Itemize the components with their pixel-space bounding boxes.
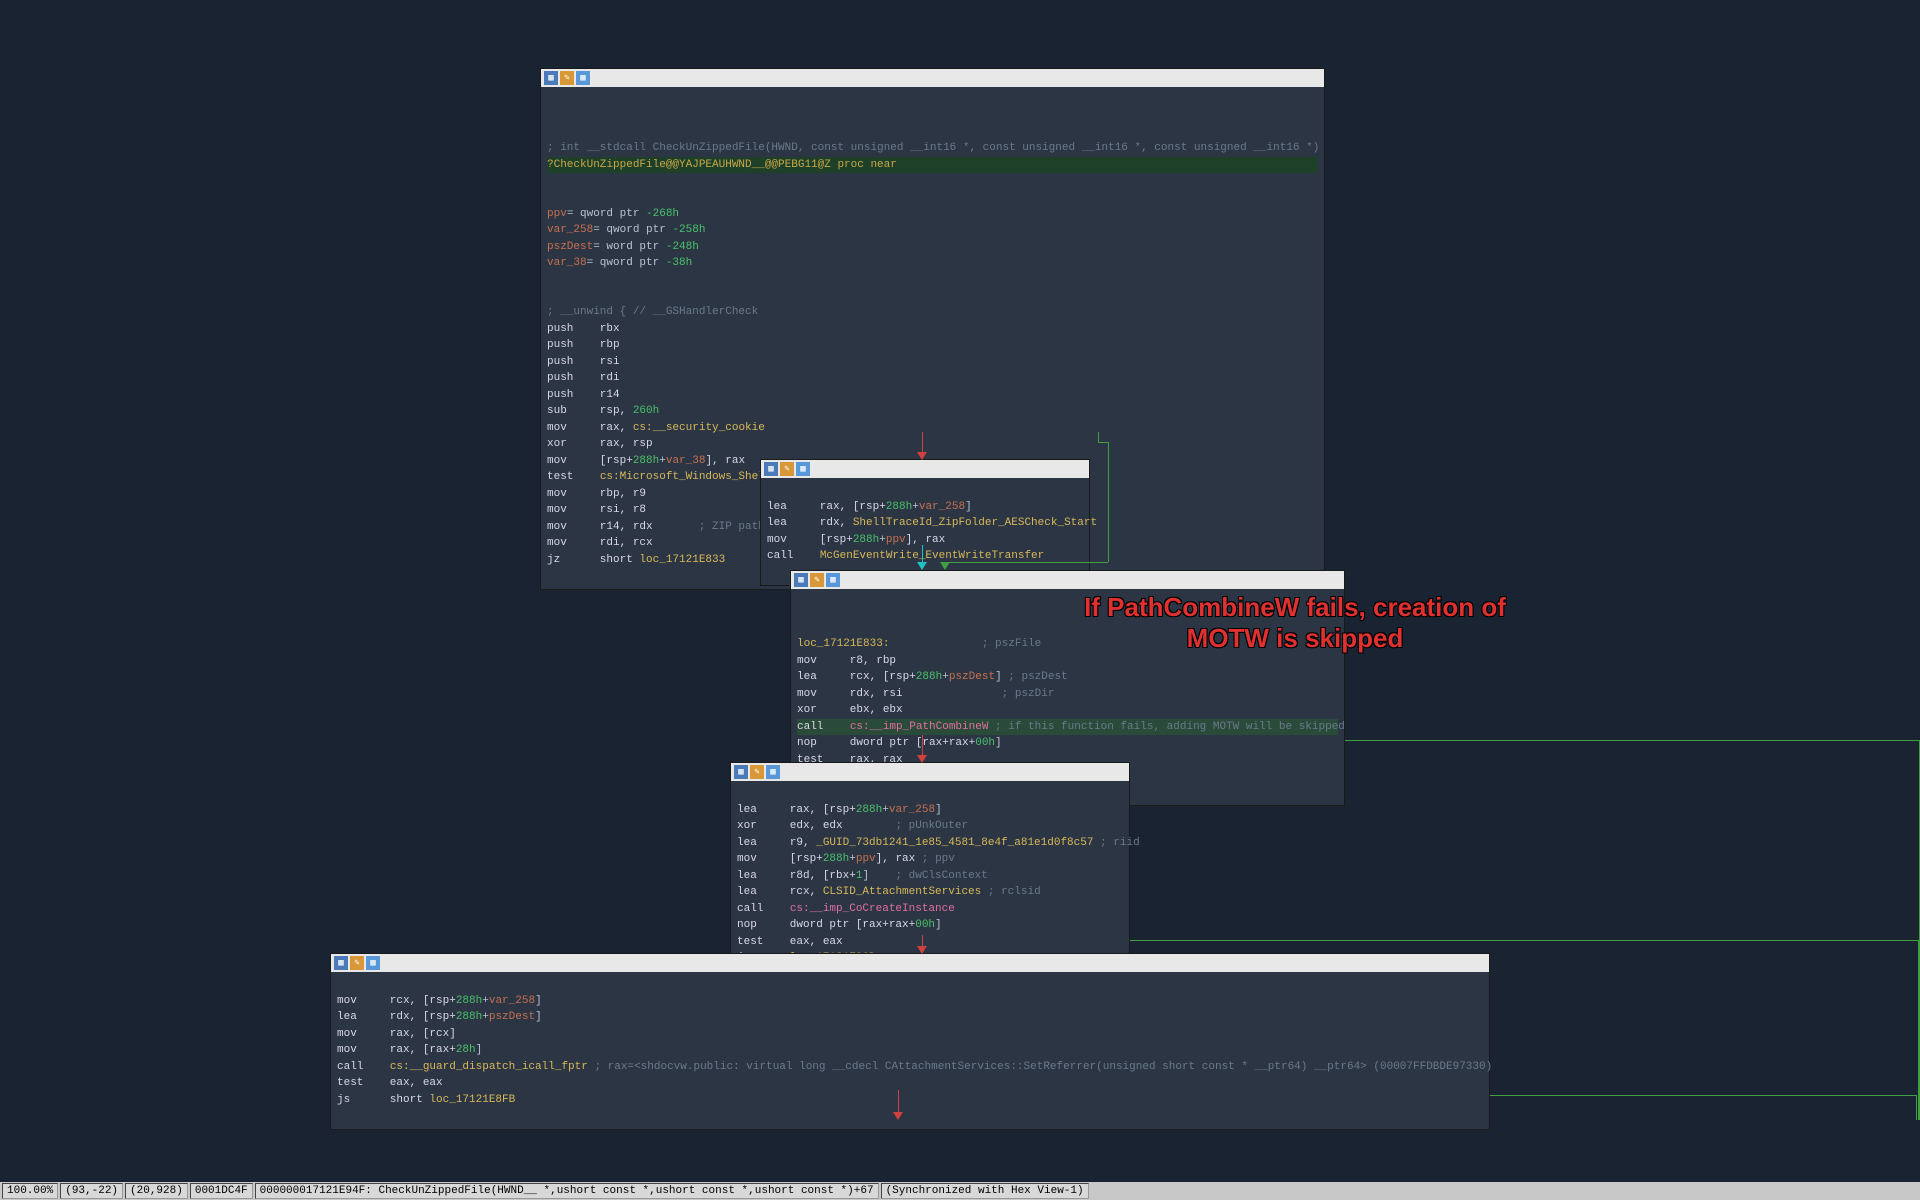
- node-icon-2: ✎: [810, 573, 824, 587]
- node-icon-3: ▦: [766, 765, 780, 779]
- status-coords1: (93,-22): [60, 1183, 123, 1199]
- node-icon-3: ▦: [366, 956, 380, 970]
- node-icon-2: ✎: [780, 462, 794, 476]
- edge: [1098, 442, 1108, 443]
- edge: [1918, 940, 1919, 1120]
- arrow-icon: [940, 562, 950, 570]
- node-header: ▦ ✎ ▦: [731, 763, 1129, 781]
- status-address: 000000017121E94F: CheckUnZippedFile(HWND…: [255, 1183, 879, 1199]
- edge: [945, 562, 1108, 563]
- edge: [1916, 1095, 1917, 1120]
- status-coords2: (20,928): [125, 1183, 188, 1199]
- status-bar: 100.00% (93,-22) (20,928) 0001DC4F 00000…: [0, 1182, 1920, 1200]
- node-icon-3: ▦: [826, 573, 840, 587]
- node-icon-1: ▦: [334, 956, 348, 970]
- edge: [1490, 1095, 1916, 1096]
- arrow-icon: [917, 562, 927, 570]
- proc-name: ?CheckUnZippedFile@@YAJPEAUHWND__@@PEBG1…: [547, 159, 897, 171]
- node-icon-2: ✎: [750, 765, 764, 779]
- node-icon-3: ▦: [576, 71, 590, 85]
- annotation-text: If PathCombineW fails, creation ofMOTW i…: [1030, 592, 1560, 654]
- status-sync: (Synchronized with Hex View-1): [881, 1183, 1089, 1199]
- node-icon-1: ▦: [734, 765, 748, 779]
- proto-comment: ; int __stdcall CheckUnZippedFile(HWND, …: [547, 142, 1319, 154]
- node-icon-1: ▦: [764, 462, 778, 476]
- node-icon-2: ✎: [350, 956, 364, 970]
- node-icon-1: ▦: [544, 71, 558, 85]
- arrow-icon: [917, 755, 927, 763]
- node-body[interactable]: mov rcx, [rsp+288h+var_258] lea rdx, [rs…: [331, 972, 1489, 1129]
- edge: [1098, 432, 1099, 442]
- arrow-icon: [917, 452, 927, 460]
- node-icon-2: ✎: [560, 71, 574, 85]
- node-header: ▦ ✎ ▦: [331, 954, 1489, 972]
- node-icon-3: ▦: [796, 462, 810, 476]
- edge: [1345, 740, 1920, 741]
- arrow-icon: [917, 946, 927, 954]
- edge: [1130, 940, 1918, 941]
- edge: [1108, 442, 1109, 562]
- node-header: ▦ ✎ ▦: [541, 69, 1324, 87]
- node-icon-1: ▦: [794, 573, 808, 587]
- arrow-icon: [893, 1112, 903, 1120]
- graph-node-5[interactable]: ▦ ✎ ▦ mov rcx, [rsp+288h+var_258] lea rd…: [330, 953, 1490, 1130]
- status-offset: 0001DC4F: [190, 1183, 253, 1199]
- node-header: ▦ ✎ ▦: [761, 460, 1089, 478]
- node-header: ▦ ✎ ▦: [791, 571, 1344, 589]
- status-zoom[interactable]: 100.00%: [2, 1183, 58, 1199]
